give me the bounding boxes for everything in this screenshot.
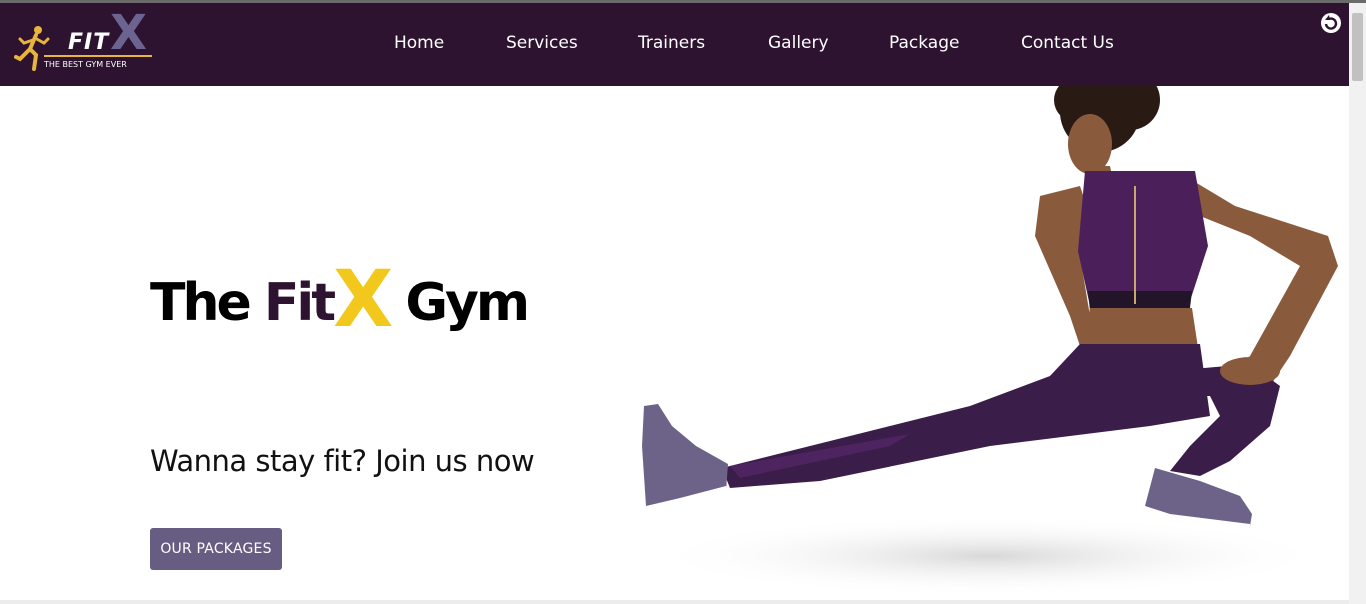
hero-title-gym: Gym bbox=[390, 273, 530, 333]
page: FIT X THE BEST GYM EVER Home Services Tr… bbox=[0, 0, 1366, 604]
hero-subtitle: Wanna stay fit? Join us now bbox=[150, 444, 535, 478]
hero-title-x: X bbox=[333, 255, 393, 345]
scrollbar-thumb[interactable] bbox=[1352, 13, 1363, 81]
nav-item-services[interactable]: Services bbox=[506, 33, 578, 53]
hero-title-the: The bbox=[150, 273, 264, 333]
hero-athlete-image bbox=[642, 86, 1338, 596]
nav-item-trainers[interactable]: Trainers bbox=[638, 33, 705, 53]
navbar: FIT X THE BEST GYM EVER Home Services Tr… bbox=[0, 3, 1349, 86]
nav-item-home[interactable]: Home bbox=[394, 33, 444, 53]
our-packages-button[interactable]: OUR PACKAGES bbox=[150, 528, 282, 570]
scrollbar[interactable] bbox=[1349, 3, 1366, 604]
nav-item-package[interactable]: Package bbox=[889, 33, 959, 53]
nav-item-contact-us[interactable]: Contact Us bbox=[1021, 33, 1114, 53]
main-navigation: Home Services Trainers Gallery Package C… bbox=[0, 3, 1349, 86]
hero-title-fit: Fit bbox=[263, 273, 336, 333]
nav-item-gallery[interactable]: Gallery bbox=[768, 33, 829, 53]
refresh-icon[interactable] bbox=[1320, 12, 1342, 34]
hero-title: The FitX Gym bbox=[150, 248, 530, 345]
page-bottom-edge bbox=[0, 600, 1349, 604]
